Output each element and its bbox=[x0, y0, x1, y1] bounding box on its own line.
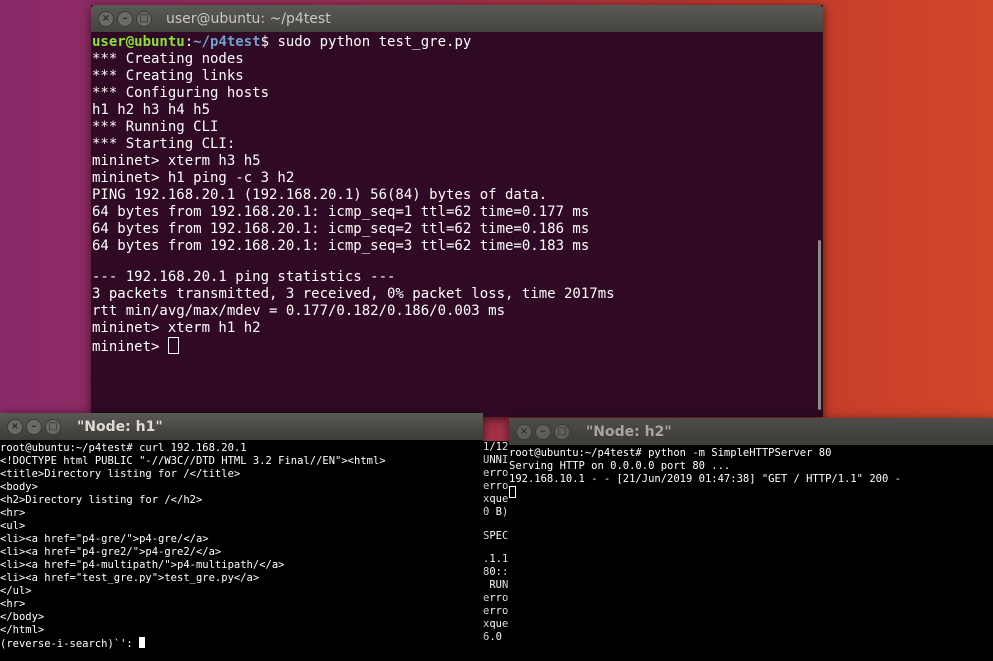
fragment-line: 0 B) bbox=[483, 506, 509, 518]
terminal-line: *** Configuring hosts bbox=[92, 85, 270, 101]
maximize-icon[interactable]: □ bbox=[554, 423, 570, 440]
fragment-line: 6.0 bbox=[483, 631, 502, 643]
reverse-search-prompt: (reverse-i-search)`': bbox=[0, 638, 140, 650]
terminal-line: 64 bytes from 192.168.20.1: icmp_seq=3 t… bbox=[92, 238, 590, 254]
prompt-user: user@ubuntu bbox=[92, 34, 185, 50]
xterm-h2-window[interactable]: × – □ "Node: h2" root@ubuntu:~/p4test# p… bbox=[509, 418, 993, 661]
xterm-line: </ul> bbox=[0, 585, 32, 597]
terminal-line: PING 192.168.20.1 (192.168.20.1) 56(84) … bbox=[92, 187, 548, 203]
xterm-line: </body> bbox=[0, 611, 45, 623]
fragment-line: error bbox=[483, 605, 509, 617]
xterm-line: <!DOCTYPE html PUBLIC "-//W3C//DTD HTML … bbox=[0, 455, 386, 467]
minimize-icon[interactable]: – bbox=[535, 423, 551, 440]
fragment-line bbox=[483, 543, 509, 554]
terminal-line: 3 packets transmitted, 3 received, 0% pa… bbox=[92, 286, 615, 302]
window-title: user@ubuntu: ~/p4test bbox=[166, 10, 331, 27]
terminal-line: mininet> h1 ping -c 3 h2 bbox=[92, 170, 295, 186]
xterm-line: <hr> bbox=[0, 507, 26, 519]
minimize-icon[interactable]: – bbox=[26, 418, 42, 435]
terminal-line: mininet> xterm h1 h2 bbox=[92, 320, 261, 336]
fragment-line: SPEC bbox=[483, 529, 509, 542]
fragment-line bbox=[483, 519, 509, 530]
xterm-line: <body> bbox=[0, 481, 38, 493]
maximize-icon[interactable]: □ bbox=[45, 418, 61, 435]
xterm-line: root@ubuntu:~/p4test# python -m SimpleHT… bbox=[509, 447, 832, 459]
background-xterm-fragment: 1/12UNNINerrorerrorxque0 B)SPEC.1.180:: … bbox=[483, 441, 509, 661]
xterm-line: 192.168.10.1 - - [21/Jun/2019 01:47:38] … bbox=[509, 473, 901, 485]
close-icon[interactable]: × bbox=[7, 418, 23, 435]
terminal-line: *** Creating nodes bbox=[92, 51, 244, 67]
terminal-line: *** Running CLI bbox=[92, 119, 219, 135]
xterm-line: <h2>Directory listing for /</h2> bbox=[0, 494, 203, 506]
fragment-line: 80:: bbox=[483, 566, 509, 578]
command-line: user@ubuntu:~/p4test$ sudo python test_g… bbox=[92, 34, 823, 51]
xterm-h1-output[interactable]: root@ubuntu:~/p4test# curl 192.168.20.1 <… bbox=[0, 440, 483, 661]
terminal-output[interactable]: user@ubuntu:~/p4test$ sudo python test_g… bbox=[91, 32, 823, 356]
fragment-line: .1.1 bbox=[483, 553, 509, 565]
close-icon[interactable]: × bbox=[98, 10, 114, 27]
terminal-line: 64 bytes from 192.168.20.1: icmp_seq=2 t… bbox=[92, 221, 590, 237]
scrollbar[interactable] bbox=[817, 32, 823, 417]
xterm-line: </html> bbox=[0, 624, 45, 636]
xterm-line: <hr> bbox=[0, 598, 26, 610]
minimize-icon[interactable]: – bbox=[117, 10, 133, 27]
window-title: "Node: h1" bbox=[77, 418, 163, 435]
fragment-line: error bbox=[483, 480, 509, 492]
xterm-line: Serving HTTP on 0.0.0.0 port 80 ... bbox=[509, 460, 731, 472]
search-prompt-line[interactable]: (reverse-i-search)`': bbox=[0, 637, 483, 651]
xterm-h2-output[interactable]: root@ubuntu:~/p4test# python -m SimpleHT… bbox=[509, 445, 993, 661]
terminal-line: --- 192.168.20.1 ping statistics --- bbox=[92, 269, 396, 285]
xterm-line: <title>Directory listing for /</title> bbox=[0, 468, 241, 480]
terminal-line: *** Starting CLI: bbox=[92, 136, 236, 152]
terminal-line: rtt min/avg/max/mdev = 0.177/0.182/0.186… bbox=[92, 303, 506, 319]
xterm-line: root@ubuntu:~/p4test# curl 192.168.20.1 bbox=[0, 442, 247, 454]
xterm-h1-window[interactable]: × – □ "Node: h1" root@ubuntu:~/p4test# c… bbox=[0, 413, 483, 661]
main-terminal-titlebar[interactable]: × – □ user@ubuntu: ~/p4test bbox=[91, 5, 823, 32]
active-prompt: mininet> bbox=[92, 339, 168, 355]
fragment-line: error bbox=[483, 592, 509, 604]
prompt-command: $ sudo python test_gre.py bbox=[260, 34, 472, 50]
main-terminal-window[interactable]: × – □ user@ubuntu: ~/p4test user@ubuntu:… bbox=[91, 5, 823, 417]
fragment-line: RUN bbox=[483, 579, 509, 591]
terminal-line: *** Creating links bbox=[92, 68, 244, 84]
fragment-line: UNNIN bbox=[483, 454, 509, 466]
scrollbar-thumb[interactable] bbox=[818, 240, 821, 410]
xterm-line: <li><a href="test_gre.py">test_gre.py</a… bbox=[0, 572, 260, 584]
terminal-line: 64 bytes from 192.168.20.1: icmp_seq=1 t… bbox=[92, 204, 590, 220]
xterm-line: <li><a href="p4-gre2/">p4-gre2/</a> bbox=[0, 546, 222, 558]
xterm-line: <ul> bbox=[0, 520, 26, 532]
maximize-icon[interactable]: □ bbox=[136, 10, 152, 27]
prompt-path: ~/p4test bbox=[193, 34, 261, 50]
xterm-line: <li><a href="p4-multipath/">p4-multipath… bbox=[0, 559, 285, 571]
terminal-line: h1 h2 h3 h4 h5 bbox=[92, 102, 211, 118]
text-cursor bbox=[139, 637, 146, 648]
window-title: "Node: h2" bbox=[586, 423, 672, 440]
fragment-line: 1/12 bbox=[483, 441, 509, 453]
fragment-line: xque bbox=[483, 493, 509, 505]
prompt-separator: : bbox=[184, 34, 194, 50]
close-icon[interactable]: × bbox=[516, 423, 532, 440]
text-cursor bbox=[509, 486, 516, 498]
fragment-line: error bbox=[483, 467, 509, 479]
active-prompt-line[interactable]: mininet> bbox=[92, 337, 823, 356]
fragment-line: xque bbox=[483, 618, 509, 630]
xterm-h2-titlebar[interactable]: × – □ "Node: h2" bbox=[509, 418, 993, 445]
xterm-h1-titlebar[interactable]: × – □ "Node: h1" bbox=[0, 413, 483, 440]
terminal-line: mininet> xterm h3 h5 bbox=[92, 153, 261, 169]
xterm-line: <li><a href="p4-gre/">p4-gre/</a> bbox=[0, 533, 209, 545]
text-cursor bbox=[167, 337, 179, 354]
